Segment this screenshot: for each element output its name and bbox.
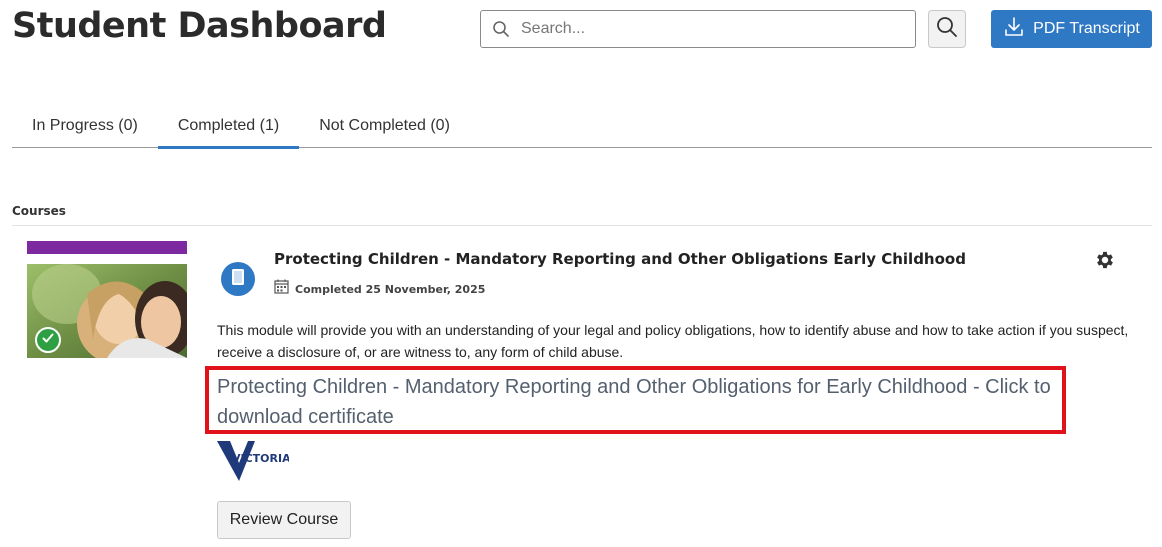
- search-icon: [481, 20, 521, 38]
- search-icon: [936, 16, 958, 43]
- course-description: This module will provide you with an und…: [217, 322, 1129, 360]
- section-heading: Courses: [12, 204, 66, 218]
- tab-completed[interactable]: Completed (1): [157, 104, 300, 149]
- course-status-tabs: In Progress (0) Completed (1) Not Comple…: [12, 104, 1152, 149]
- completed-status-badge: [35, 327, 61, 353]
- search-input[interactable]: [521, 20, 901, 38]
- victoria-logo-text: VICTORIA: [232, 452, 289, 465]
- victoria-government-logo: VICTORIA: [217, 441, 291, 481]
- course-type-badge: [221, 262, 255, 296]
- book-icon: [230, 268, 246, 291]
- tab-in-progress[interactable]: In Progress (0): [12, 104, 158, 148]
- category-color-bar: [27, 241, 187, 254]
- review-course-button[interactable]: Review Course: [217, 501, 351, 539]
- page-title: Student Dashboard: [12, 6, 387, 46]
- completion-date-row: Completed 25 November, 2025: [274, 279, 485, 299]
- tab-not-completed[interactable]: Not Completed (0): [299, 104, 470, 148]
- calendar-icon: [274, 279, 289, 299]
- gear-icon: [1094, 251, 1116, 275]
- course-settings-button[interactable]: [1094, 249, 1116, 271]
- check-icon: [41, 331, 55, 350]
- pdf-transcript-label: PDF Transcript: [1033, 20, 1140, 37]
- download-icon: [1003, 16, 1025, 43]
- search-field[interactable]: [480, 10, 916, 48]
- pdf-transcript-button[interactable]: PDF Transcript: [991, 10, 1152, 48]
- course-title[interactable]: Protecting Children - Mandatory Reportin…: [274, 250, 966, 268]
- download-certificate-link[interactable]: Protecting Children - Mandatory Reportin…: [217, 372, 1062, 432]
- divider: [12, 225, 1152, 226]
- search-button[interactable]: [928, 10, 966, 48]
- completion-date: Completed 25 November, 2025: [295, 282, 486, 296]
